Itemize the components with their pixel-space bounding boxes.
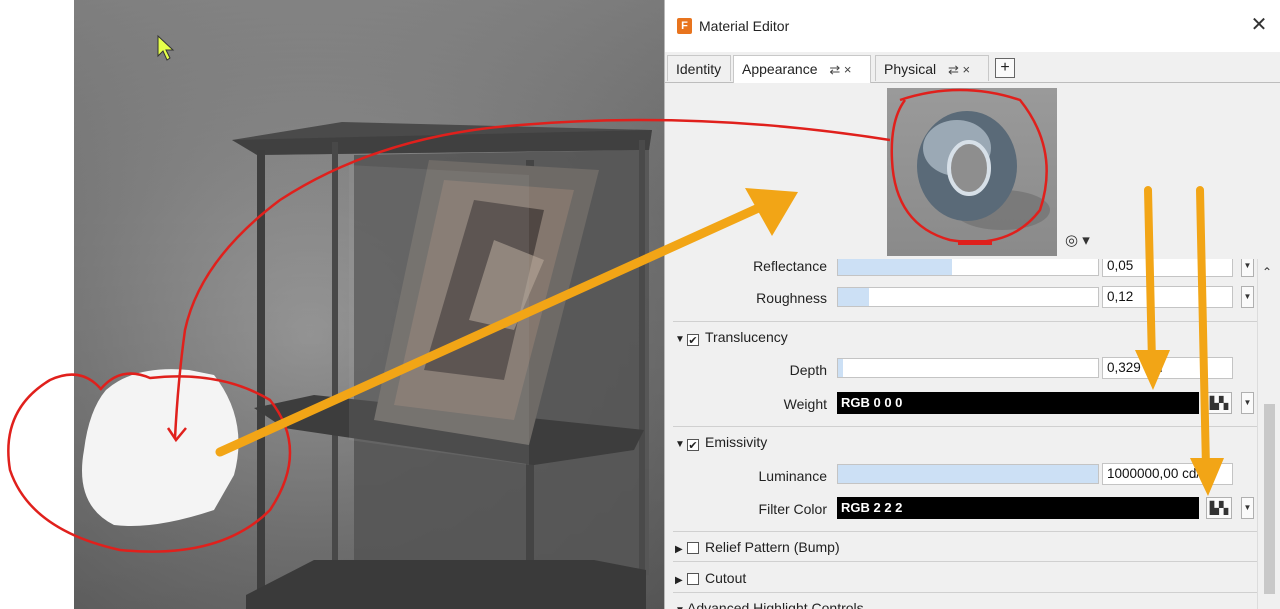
expand-triangle-icon[interactable]: ▼ <box>675 435 687 455</box>
advanced-section-header[interactable]: ▼Advanced Highlight Controls <box>675 598 864 609</box>
white-capsule-object <box>82 369 239 526</box>
advanced-label: Advanced Highlight Controls <box>687 600 864 609</box>
tab-appearance-controls[interactable]: ⇄ × <box>829 62 851 77</box>
emissivity-checkbox[interactable]: ✔ <box>687 439 699 452</box>
emissivity-section-header[interactable]: ▼ ✔ Emissivity <box>675 432 767 452</box>
material-preview[interactable] <box>887 88 1057 256</box>
section-divider <box>673 592 1257 593</box>
roughness-slider-fill <box>838 288 870 306</box>
tab-bar: Identity Appearance ⇄ × Physical ⇄ × <box>665 52 1280 83</box>
reflectance-slider[interactable] <box>837 259 1099 276</box>
cutout-section-header[interactable]: ▶ Cutout <box>675 568 746 588</box>
luminance-slider-fill <box>838 465 1098 483</box>
filter-color-field[interactable]: RGB 2 2 2 <box>837 497 1199 519</box>
title-bar: F Material Editor ✕ <box>665 0 1280 52</box>
tab-physical-label: Physical <box>884 61 937 77</box>
roughness-label: Roughness <box>756 290 827 306</box>
section-divider <box>673 531 1257 532</box>
roughness-dropdown[interactable]: ▼ <box>1241 286 1254 308</box>
window-title: Material Editor <box>699 18 790 34</box>
translucency-label: Translucency <box>705 329 788 345</box>
tab-physical[interactable]: Physical ⇄ × <box>875 55 989 81</box>
scroll-up-icon[interactable]: ⌃ <box>1262 265 1272 279</box>
cutout-checkbox[interactable] <box>687 573 699 585</box>
glass-pane <box>349 165 529 465</box>
weight-color-field[interactable]: RGB 0 0 0 <box>837 392 1199 414</box>
expand-triangle-icon[interactable]: ▼ <box>675 601 687 609</box>
tab-identity[interactable]: Identity <box>667 55 731 81</box>
emissivity-label: Emissivity <box>705 434 768 450</box>
depth-label: Depth <box>789 362 827 378</box>
roughness-slider[interactable] <box>837 287 1099 307</box>
tab-physical-controls[interactable]: ⇄ × <box>948 62 970 77</box>
expand-triangle-icon[interactable]: ▼ <box>675 330 687 350</box>
properties-scrollbar[interactable]: ⌃ <box>1257 259 1279 609</box>
material-editor-window[interactable]: F Material Editor ✕ Identity Appearance … <box>664 0 1280 609</box>
weight-label: Weight <box>783 396 827 412</box>
left-margin <box>0 0 74 609</box>
shelf-bottom-board <box>246 560 646 609</box>
luminance-label: Luminance <box>758 468 828 484</box>
section-divider <box>673 426 1257 427</box>
relief-pattern-checkbox[interactable] <box>687 542 699 554</box>
collapse-triangle-icon[interactable]: ▶ <box>675 571 687 591</box>
section-divider <box>673 321 1257 322</box>
tab-identity-label: Identity <box>676 61 722 77</box>
close-button[interactable]: ✕ <box>1246 12 1272 38</box>
relief-pattern-section-header[interactable]: ▶ Relief Pattern (Bump) <box>675 537 840 557</box>
add-tab-button[interactable]: + <box>995 58 1015 78</box>
weight-dropdown[interactable]: ▼ <box>1241 392 1254 414</box>
preview-options-dropdown[interactable]: ◎ ▾ <box>1065 231 1090 249</box>
luminance-slider[interactable] <box>837 464 1099 484</box>
material-preview-area: ◎ ▾ <box>665 83 1280 259</box>
weight-color-picker-button[interactable]: ▙▚ <box>1206 392 1232 414</box>
filter-color-picker-button[interactable]: ▙▚ <box>1206 497 1232 519</box>
luminance-value[interactable]: 1000000,00 cd/m² <box>1102 463 1233 485</box>
roughness-value[interactable]: 0,12 <box>1102 286 1233 308</box>
tab-appearance[interactable]: Appearance ⇄ × <box>733 55 871 83</box>
app-logo-icon: F <box>677 18 692 34</box>
shelf-post-mid <box>332 142 338 609</box>
depth-value[interactable]: 0,329 cm <box>1102 357 1233 379</box>
filter-color-dropdown[interactable]: ▼ <box>1241 497 1254 519</box>
render-viewport[interactable] <box>74 0 664 609</box>
shelf-post-back <box>639 140 645 609</box>
depth-slider-fill <box>838 359 844 377</box>
reflectance-label: Reflectance <box>753 259 827 274</box>
tab-appearance-label: Appearance <box>742 61 818 77</box>
relief-pattern-label: Relief Pattern (Bump) <box>705 539 840 555</box>
translucency-section-header[interactable]: ▼ ✔ Translucency <box>675 327 788 347</box>
depth-slider[interactable] <box>837 358 1099 378</box>
properties-panel: Reflectance 0,05 ▼ Roughness 0,12 ▼ ▼ ✔ Tr… <box>665 259 1257 609</box>
collapse-triangle-icon[interactable]: ▶ <box>675 540 687 560</box>
preview-torus-render <box>917 111 1050 230</box>
cutout-label: Cutout <box>705 570 747 586</box>
filter-color-label: Filter Color <box>758 501 827 517</box>
reflectance-slider-fill <box>838 259 953 275</box>
shelf-post-left <box>257 150 265 609</box>
reflectance-dropdown[interactable]: ▼ <box>1241 259 1254 277</box>
translucency-checkbox[interactable]: ✔ <box>687 334 699 347</box>
section-divider <box>673 561 1257 562</box>
reflectance-value[interactable]: 0,05 <box>1102 259 1233 277</box>
scroll-thumb[interactable] <box>1264 404 1275 594</box>
scene-render <box>82 122 652 609</box>
